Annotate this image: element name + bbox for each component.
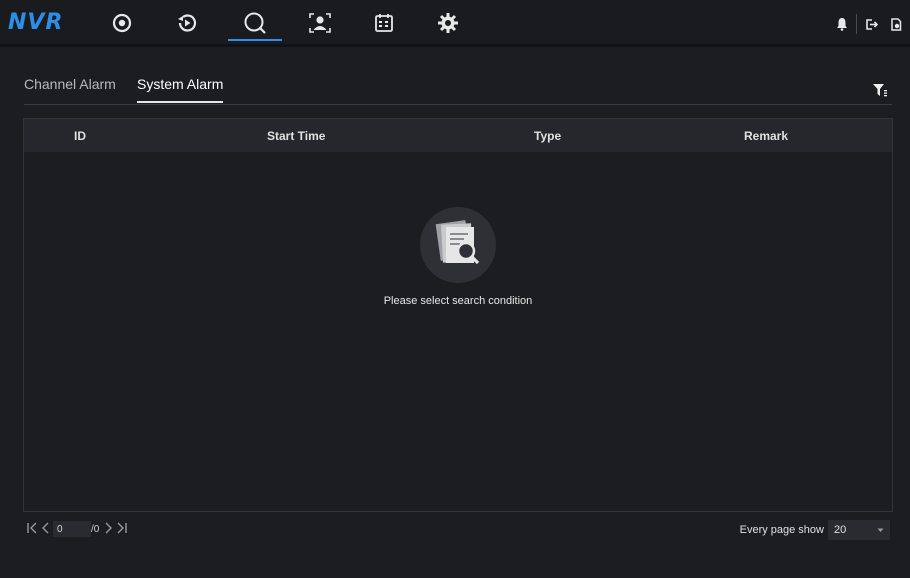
lock-button[interactable] [890, 17, 902, 31]
last-page-button[interactable] [116, 522, 128, 537]
tab-system-alarm[interactable]: System Alarm [137, 76, 224, 103]
empty-state: Please select search condition [24, 207, 892, 307]
logout-button[interactable] [865, 18, 878, 31]
nav-settings[interactable] [431, 8, 465, 38]
page-size-control: Every page show 20 [740, 520, 890, 540]
chevron-left-icon [42, 522, 49, 533]
page-size-value: 20 [834, 524, 847, 536]
page-size-label: Every page show [739, 524, 824, 536]
alarm-bell-icon [837, 18, 847, 31]
nav-face-recognition[interactable] [303, 8, 337, 38]
live-view-icon [112, 13, 132, 33]
face-recognition-icon [309, 13, 331, 33]
first-page-button[interactable] [26, 522, 38, 537]
prev-page-button[interactable] [41, 522, 49, 537]
nvr-logo: NVR [8, 10, 64, 35]
filter-button[interactable] [872, 82, 888, 103]
header-actions [836, 12, 902, 36]
settings-icon [438, 13, 458, 33]
alarm-tabs: Channel Alarm System Alarm [24, 76, 892, 105]
nav-schedule[interactable] [367, 8, 401, 38]
empty-state-message: Please select search condition [383, 295, 533, 307]
lock-icon [891, 17, 902, 31]
playback-icon [178, 14, 197, 32]
column-header-type: Type [534, 129, 562, 143]
first-page-icon [27, 522, 37, 533]
logout-icon [866, 18, 878, 30]
column-header-id: ID [74, 129, 86, 143]
nav-search[interactable] [228, 8, 282, 41]
active-tab-indicator [137, 101, 224, 103]
tab-system-alarm-label: System Alarm [137, 76, 224, 92]
page-size-select[interactable]: 20 [828, 520, 890, 540]
top-bar: NVR [0, 0, 910, 47]
nav-live-view[interactable] [105, 8, 139, 38]
tab-channel-alarm-label: Channel Alarm [24, 76, 116, 92]
page-total: /0 [91, 523, 100, 535]
nav-playback[interactable] [170, 8, 204, 38]
column-header-start-time: Start Time [267, 129, 326, 143]
chevron-down-icon [877, 528, 884, 532]
empty-state-circle [420, 207, 496, 283]
table-header: ID Start Time Type Remark [24, 119, 892, 152]
pagination: /0 [26, 518, 131, 540]
chevron-right-icon [105, 522, 113, 533]
column-header-remark: Remark [744, 129, 789, 143]
search-icon [244, 12, 266, 34]
next-page-button[interactable] [105, 522, 113, 537]
document-search-icon [435, 220, 480, 265]
schedule-icon [375, 14, 393, 32]
tab-channel-alarm[interactable]: Channel Alarm [24, 76, 116, 92]
alarm-bell-button[interactable] [836, 17, 848, 31]
alarm-table: ID Start Time Type Remark Please select … [23, 118, 893, 512]
filter-icon [873, 84, 887, 97]
page-number-input[interactable] [53, 521, 91, 537]
last-page-icon [117, 522, 128, 533]
divider [856, 14, 857, 34]
